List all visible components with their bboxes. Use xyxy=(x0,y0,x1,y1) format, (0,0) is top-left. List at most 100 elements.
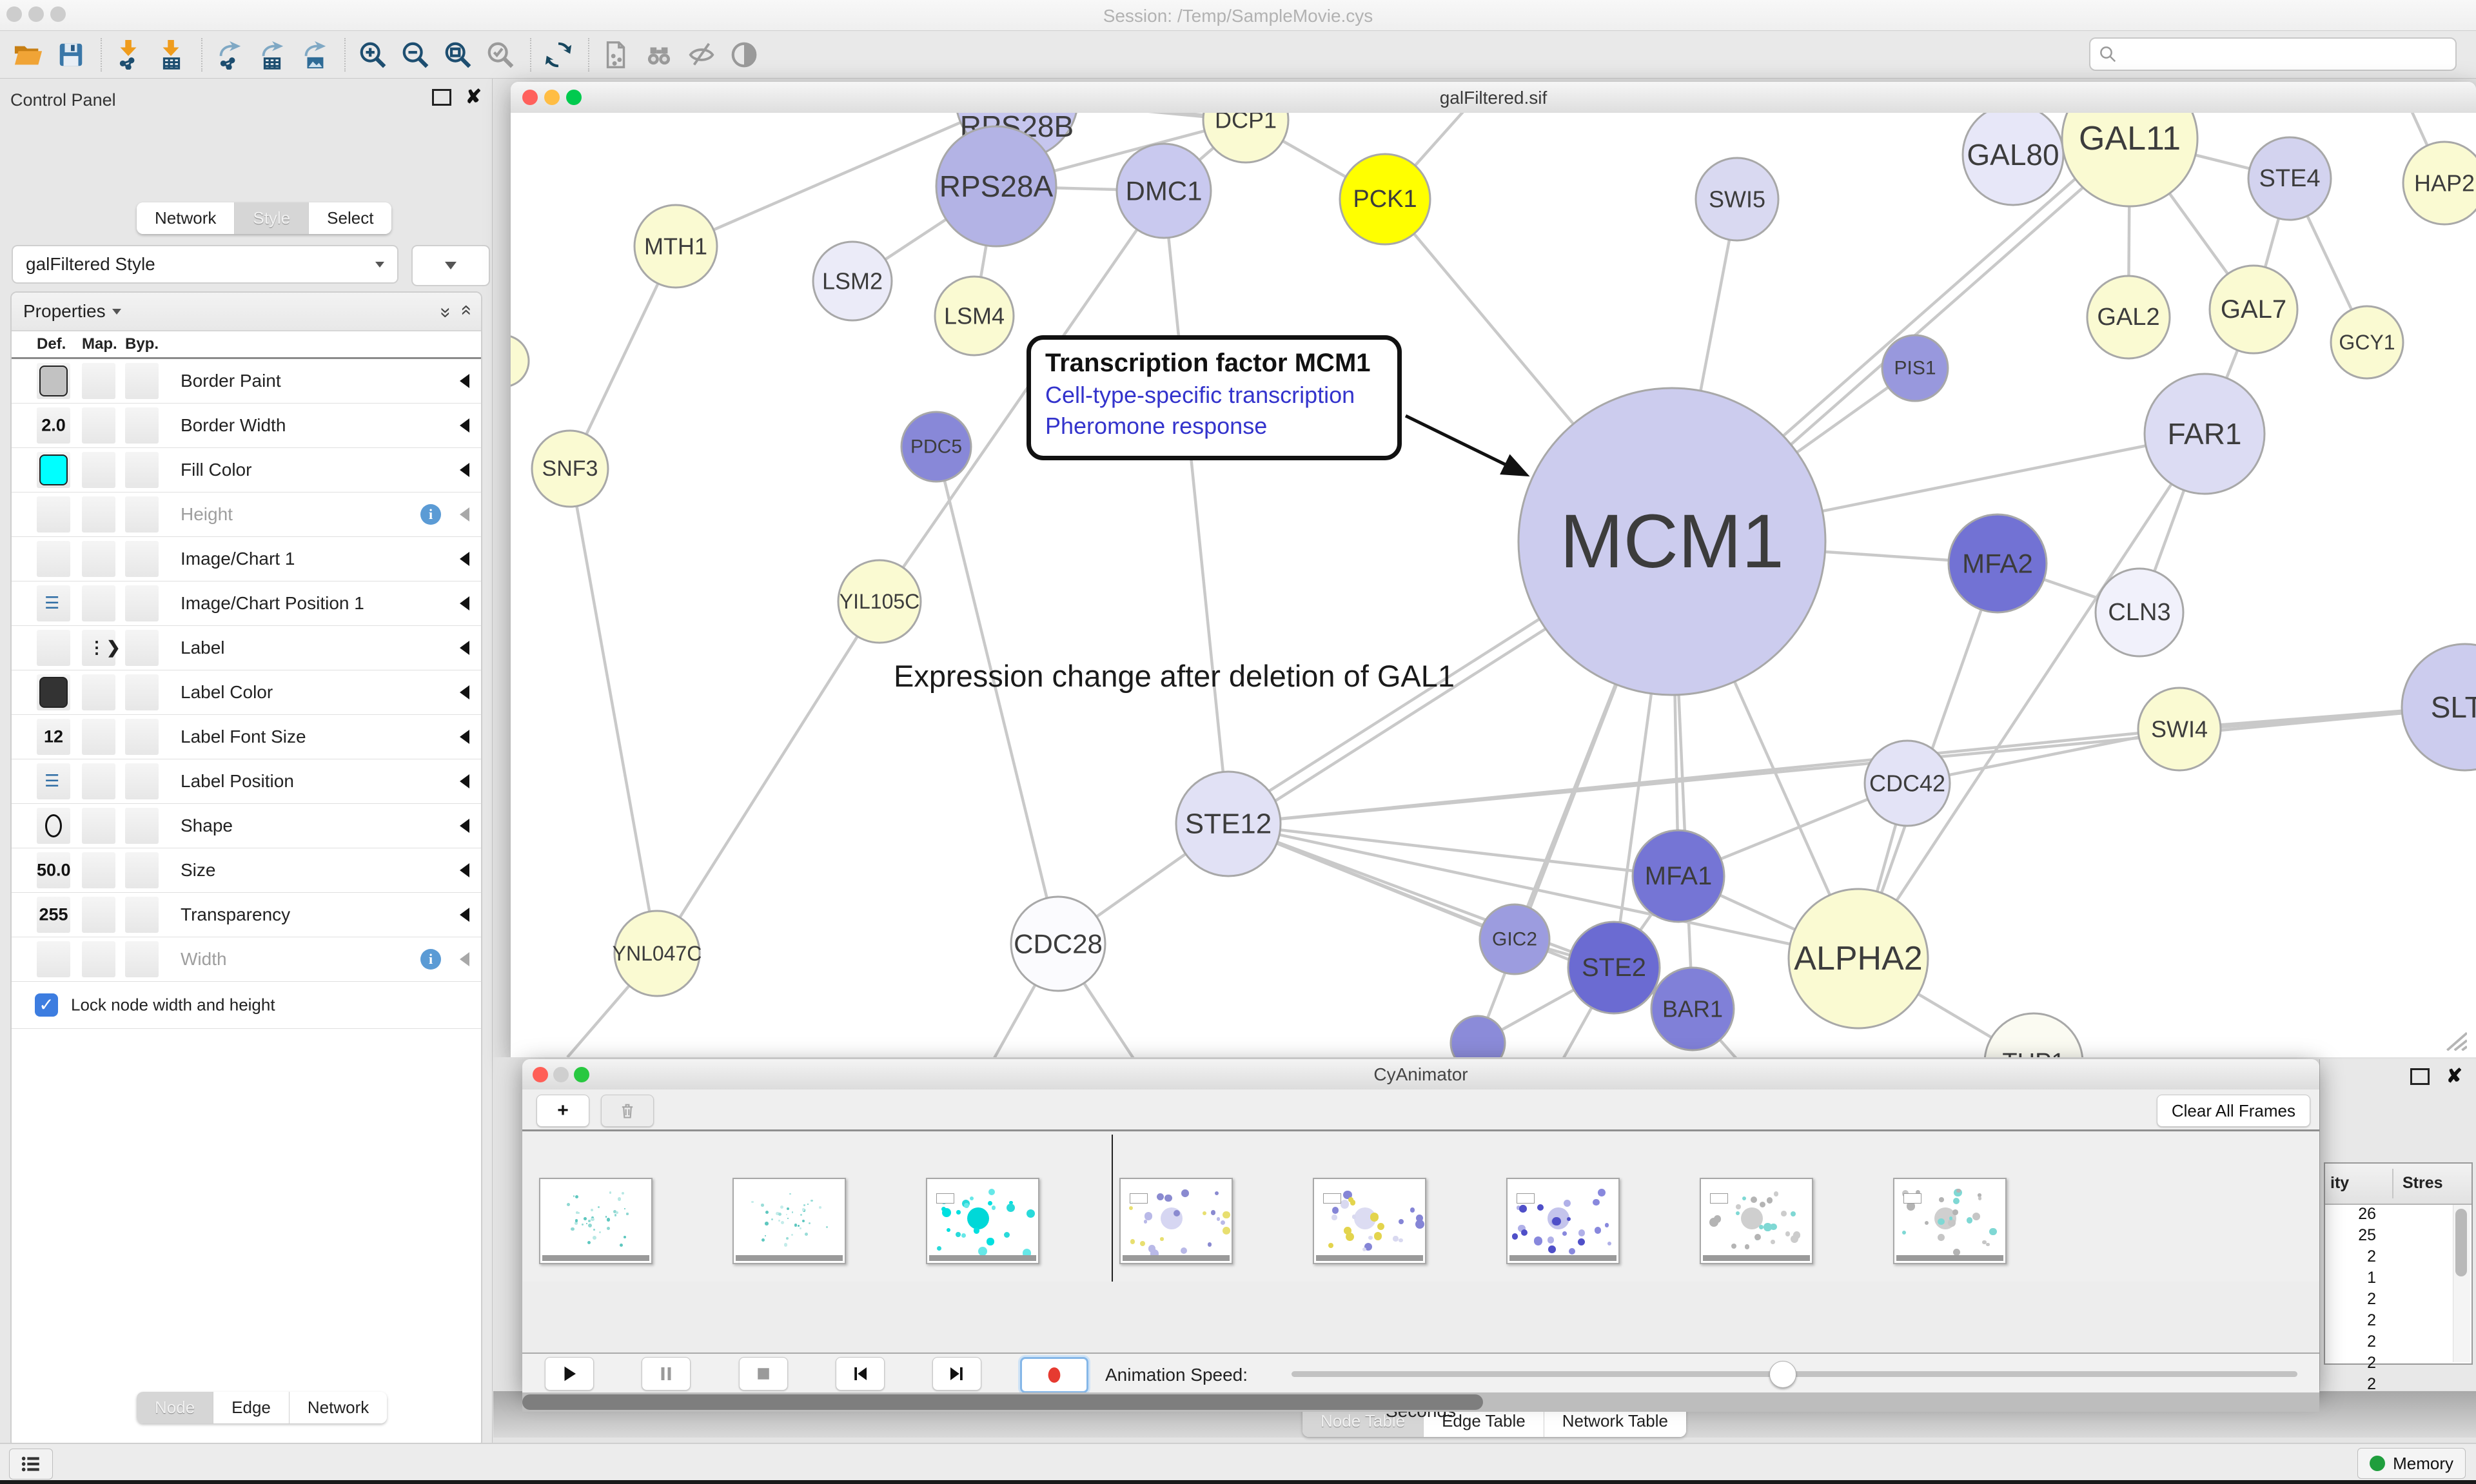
expand-all-icon[interactable]: » xyxy=(435,308,457,316)
show-button[interactable] xyxy=(727,38,761,72)
property-cell[interactable]: ⋮❯ xyxy=(82,630,115,666)
property-cell[interactable] xyxy=(125,363,159,399)
property-cell[interactable] xyxy=(125,763,159,799)
network-titlebar[interactable]: galFiltered.sif xyxy=(511,82,2476,113)
zoom-fit-button[interactable] xyxy=(441,38,475,72)
table-scrollbar[interactable] xyxy=(2453,1205,2470,1362)
frame-thumbnail-5[interactable] xyxy=(1506,1178,1620,1264)
expand-row-icon[interactable] xyxy=(460,463,469,477)
property-cell[interactable] xyxy=(125,452,159,488)
color-swatch[interactable] xyxy=(39,677,68,708)
property-row-label[interactable]: ⋮❯Label xyxy=(12,626,481,670)
property-cell[interactable] xyxy=(82,719,115,755)
default-value[interactable]: 12 xyxy=(37,727,70,747)
property-row-image-chart-position-1[interactable]: ☰Image/Chart Position 1 xyxy=(12,581,481,626)
node-table[interactable]: ity Stres 26252122222 xyxy=(2324,1162,2473,1365)
clear-all-frames-button[interactable]: Clear All Frames xyxy=(2157,1095,2310,1127)
delete-frame-button[interactable] xyxy=(601,1095,654,1127)
property-cell[interactable] xyxy=(82,541,115,577)
property-row-label-position[interactable]: ☰Label Position xyxy=(12,759,481,804)
property-cell[interactable] xyxy=(125,674,159,710)
export-network-button[interactable] xyxy=(213,38,246,72)
expand-row-icon[interactable] xyxy=(460,418,469,433)
zoom-out-button[interactable] xyxy=(398,38,432,72)
frame-thumbnail-1[interactable] xyxy=(732,1178,846,1264)
table-row[interactable]: 25 xyxy=(2325,1226,2471,1247)
property-cell[interactable] xyxy=(82,585,115,621)
table-row[interactable]: 1 xyxy=(2325,1269,2471,1290)
annotation-box[interactable]: Transcription factor MCM1 Cell-type-spec… xyxy=(1027,335,1402,460)
refresh-view-button[interactable] xyxy=(542,38,575,72)
timeline[interactable]: 0123456789 Seconds xyxy=(522,1131,2319,1282)
property-cell[interactable] xyxy=(82,852,115,888)
property-cell[interactable] xyxy=(125,852,159,888)
task-history-button[interactable] xyxy=(9,1449,53,1479)
property-cell[interactable] xyxy=(82,897,115,933)
export-image-button[interactable] xyxy=(298,38,331,72)
network-node-edge1[interactable] xyxy=(511,335,529,387)
property-cell[interactable] xyxy=(82,763,115,799)
frame-thumbnail-7[interactable] xyxy=(1893,1178,2007,1264)
memory-button[interactable]: Memory xyxy=(2357,1448,2466,1479)
property-cell[interactable] xyxy=(82,674,115,710)
table-row[interactable]: 2 xyxy=(2325,1311,2471,1333)
expand-row-icon[interactable] xyxy=(460,685,469,699)
property-row-border-width[interactable]: 2.0Border Width xyxy=(12,404,481,448)
expand-row-icon[interactable] xyxy=(460,819,469,833)
property-cell[interactable] xyxy=(125,407,159,444)
properties-header[interactable]: Properties xyxy=(23,301,121,322)
property-row-size[interactable]: 50.0Size xyxy=(12,848,481,893)
slider-handle[interactable] xyxy=(1769,1361,1796,1388)
property-row-image-chart-1[interactable]: Image/Chart 1 xyxy=(12,537,481,581)
property-cell[interactable] xyxy=(82,808,115,844)
style-options-button[interactable] xyxy=(411,245,490,286)
property-cell[interactable] xyxy=(82,407,115,444)
ellipse-shape-icon[interactable] xyxy=(45,814,62,837)
expand-row-icon[interactable] xyxy=(460,774,469,788)
expand-row-icon[interactable] xyxy=(460,730,469,744)
expand-row-icon[interactable] xyxy=(460,596,469,610)
position-icon[interactable]: ☰ xyxy=(44,772,63,789)
property-cell[interactable] xyxy=(125,496,159,532)
network-edge[interactable] xyxy=(1858,434,2205,959)
frame-thumbnail-3[interactable] xyxy=(1119,1178,1233,1264)
property-cell[interactable] xyxy=(82,363,115,399)
column-divider[interactable] xyxy=(2392,1169,2393,1198)
property-cell[interactable] xyxy=(125,808,159,844)
network-node-nodeb[interactable] xyxy=(1451,1016,1505,1057)
frame-thumbnail-6[interactable] xyxy=(1700,1178,1813,1264)
skip-to-end-button[interactable] xyxy=(932,1357,981,1391)
expand-row-icon[interactable] xyxy=(460,952,469,966)
expand-row-icon[interactable] xyxy=(460,641,469,655)
property-row-border-paint[interactable]: Border Paint xyxy=(12,359,481,404)
network-edge[interactable] xyxy=(1228,729,2179,824)
expand-row-icon[interactable] xyxy=(460,507,469,522)
table-column-header[interactable]: Stres xyxy=(2402,1174,2443,1193)
property-cell[interactable] xyxy=(37,808,70,844)
zoom-in-button[interactable] xyxy=(356,38,389,72)
style-selector[interactable]: galFiltered Style xyxy=(12,245,398,284)
color-swatch[interactable] xyxy=(39,454,68,485)
resize-grip[interactable] xyxy=(2437,1025,2467,1051)
collapse-all-icon[interactable]: » xyxy=(455,308,477,316)
property-row-shape[interactable]: Shape xyxy=(12,804,481,848)
frame-thumbnail-4[interactable] xyxy=(1313,1178,1426,1264)
find-button[interactable] xyxy=(642,38,676,72)
animator-hscrollbar[interactable] xyxy=(522,1392,2319,1412)
table-row[interactable]: 2 xyxy=(2325,1247,2471,1269)
property-cell[interactable]: 2.0 xyxy=(37,407,70,444)
property-cell[interactable] xyxy=(37,674,70,710)
float-panel-icon[interactable] xyxy=(2410,1068,2430,1085)
property-row-transparency[interactable]: 255Transparency xyxy=(12,893,481,937)
info-icon[interactable]: i xyxy=(420,504,441,525)
search-input[interactable] xyxy=(2089,37,2457,71)
tab-node[interactable]: Node xyxy=(137,1392,213,1423)
property-row-width[interactable]: Widthi xyxy=(12,937,481,982)
tab-style[interactable]: Style xyxy=(235,202,309,234)
property-cell[interactable] xyxy=(125,585,159,621)
property-row-fill-color[interactable]: Fill Color xyxy=(12,448,481,493)
annotation-link[interactable]: Cell-type-specific transcription xyxy=(1045,382,1397,409)
expand-row-icon[interactable] xyxy=(460,552,469,566)
lock-size-checkbox[interactable]: ✓ xyxy=(35,993,58,1017)
skip-to-start-button[interactable] xyxy=(836,1357,885,1391)
